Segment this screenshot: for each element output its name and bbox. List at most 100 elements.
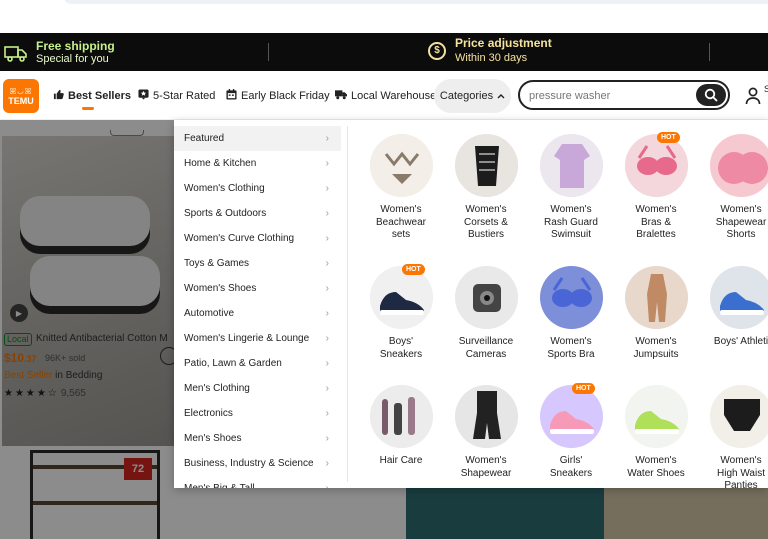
category-item[interactable]: Men's Shoes › xyxy=(174,426,341,451)
subcategory-image xyxy=(709,134,768,197)
nav-label: Early Black Friday xyxy=(241,90,330,102)
temu-logo[interactable]: ꕤ◡ꕤ TEMU xyxy=(3,79,39,113)
subcategory-label-line: Swimsuit xyxy=(550,229,591,240)
nav-five-star-rated[interactable]: 5-Star Rated xyxy=(138,89,215,103)
subcategory-image xyxy=(539,266,603,329)
categories-dropdown: Featured › Home & Kitchen › Women's Clothing… xyxy=(174,120,768,488)
category-label: Men's Big & Tall xyxy=(184,483,255,488)
nav-local-warehouse[interactable]: Local Warehouse xyxy=(335,89,436,103)
category-item[interactable]: Business, Industry & Science › xyxy=(174,451,341,476)
star-badge-icon xyxy=(138,89,149,103)
truck-icon xyxy=(335,89,347,103)
search-input[interactable] xyxy=(529,88,689,103)
category-item[interactable]: Women's Shoes › xyxy=(174,276,341,301)
subcategory-tile[interactable]: Boys' Athleti xyxy=(698,266,768,349)
subcategory-image xyxy=(454,134,518,197)
subcategory-label-line: Corsets & xyxy=(464,216,508,228)
category-item[interactable]: Women's Lingerie & Lounge › xyxy=(174,326,341,351)
subcategory-label: Girls' Sneakers xyxy=(528,455,614,480)
chevron-right-icon: › xyxy=(325,433,329,444)
free-shipping-subtitle: Special for you xyxy=(36,53,109,65)
subcategory-tile[interactable]: HOT Girls' Sneakers xyxy=(528,383,614,480)
free-shipping-title: Free shipping xyxy=(36,39,115,53)
subcategory-tile[interactable]: Women's Beachwear sets xyxy=(358,134,444,242)
category-item[interactable]: Men's Big & Tall › xyxy=(174,476,341,488)
subcategory-tile[interactable]: Women's Rash Guard Swimsuit xyxy=(528,134,614,242)
subcategory-tile[interactable]: HOT Boys' Sneakers xyxy=(358,264,444,361)
category-label: Women's Lingerie & Lounge xyxy=(184,333,310,344)
subcategory-image xyxy=(539,385,603,448)
subcategory-tile[interactable]: Women's Shapewear Shorts xyxy=(698,134,768,242)
subcategory-label-line: Women's xyxy=(465,204,507,215)
category-label: Women's Clothing xyxy=(184,183,265,194)
subcategory-tile[interactable]: Hair Care xyxy=(358,385,444,468)
price-adjustment-promo[interactable]: $ Price adjustment Within 30 days xyxy=(428,36,552,65)
category-item[interactable]: Featured › xyxy=(174,126,341,151)
category-label: Electronics xyxy=(184,408,233,419)
chevron-right-icon: › xyxy=(326,483,329,488)
free-shipping-promo[interactable]: Free shipping Special for you xyxy=(4,39,115,66)
chevron-right-icon: › xyxy=(325,233,329,244)
calendar-icon xyxy=(226,89,237,103)
dollar-coin-icon: $ xyxy=(428,41,446,60)
user-icon[interactable] xyxy=(745,87,761,105)
account-label-edge[interactable]: S xyxy=(764,84,768,94)
subcategory-tile[interactable]: Women's Water Shoes xyxy=(613,385,699,480)
nav-early-black-friday[interactable]: Early Black Friday xyxy=(226,89,330,103)
subcategory-label-line: Women's xyxy=(550,336,592,347)
subcategory-tile[interactable]: Women's High Waist Panties xyxy=(698,385,768,488)
chevron-right-icon: › xyxy=(325,383,329,394)
nav-best-sellers[interactable]: Best Sellers xyxy=(53,89,131,103)
subcategory-image xyxy=(454,266,518,329)
subcategory-label-line: Cameras xyxy=(465,348,507,360)
hot-badge: HOT xyxy=(657,132,680,143)
subcategory-label-line: Women's xyxy=(465,455,507,466)
subcategory-label-line: Women's xyxy=(720,455,762,466)
category-item[interactable]: Automotive › xyxy=(174,301,341,326)
subcategory-label: Boys' Sneakers xyxy=(358,336,444,361)
subcategory-label-line: Beachwear xyxy=(375,216,427,228)
subcategory-label-line: Bustiers xyxy=(467,229,505,240)
subcategory-label-line: Panties xyxy=(724,480,758,488)
subcategory-label-line: Jumpsuits xyxy=(633,348,679,360)
subcategory-label: Women's High Waist Panties xyxy=(698,455,768,488)
subcategory-tile[interactable]: Surveillance Cameras xyxy=(443,266,529,361)
subcategory-label-line: Girls' xyxy=(559,455,583,466)
nav-label: Local Warehouse xyxy=(351,90,437,102)
category-item[interactable]: Electronics › xyxy=(174,401,341,426)
active-tab-indicator xyxy=(82,107,94,110)
category-label: Featured xyxy=(184,133,225,144)
promo-divider xyxy=(268,43,269,61)
subcategory-label-line: Rash Guard xyxy=(544,216,598,228)
category-item[interactable]: Men's Clothing › xyxy=(174,376,341,401)
category-item[interactable]: Women's Curve Clothing › xyxy=(174,226,341,251)
subcategory-tile[interactable]: Women's Corsets & Bustiers xyxy=(443,134,529,242)
category-label: Sports & Outdoors xyxy=(184,208,267,219)
category-item[interactable]: Toys & Games › xyxy=(174,251,341,276)
subcategory-tile[interactable]: Women's Shapewear xyxy=(443,385,529,480)
category-item[interactable]: Home & Kitchen › xyxy=(174,151,341,176)
chevron-right-icon: › xyxy=(325,183,329,194)
subcategory-label-line: Hair Care xyxy=(379,455,423,466)
subcategory-label-line: Sports Bra xyxy=(547,348,595,360)
chevron-right-icon: › xyxy=(325,258,329,269)
subcategory-label: Women's Water Shoes xyxy=(613,455,699,480)
category-item[interactable]: Women's Clothing › xyxy=(174,176,341,201)
chevron-right-icon: › xyxy=(325,308,329,319)
subcategory-label: Women's Bras & Bralettes xyxy=(613,204,699,242)
subcategory-image xyxy=(624,266,688,329)
subcategory-tile[interactable]: Women's Jumpsuits xyxy=(613,266,699,361)
price-adjustment-subtitle: Within 30 days xyxy=(455,52,528,64)
subcategory-grid: Women's Beachwear sets Women's Corsets & Bust… xyxy=(354,132,768,488)
category-item[interactable]: Patio, Lawn & Garden › xyxy=(174,351,341,376)
category-item[interactable]: Sports & Outdoors › xyxy=(174,201,341,226)
subcategory-label-line: Boys' xyxy=(388,336,414,347)
subcategory-label-line: Boys' Athleti xyxy=(713,336,768,347)
subcategory-tile[interactable]: HOT Women's Bras & Bralettes xyxy=(613,132,699,242)
subcategory-label-line: sets xyxy=(391,229,411,240)
categories-button[interactable]: Categories xyxy=(434,79,511,113)
subcategory-tile[interactable]: Women's Sports Bra xyxy=(528,266,614,361)
subcategory-label: Women's Rash Guard Swimsuit xyxy=(528,204,614,242)
search-button[interactable] xyxy=(696,84,726,106)
category-label: Business, Industry & Science xyxy=(184,458,314,469)
